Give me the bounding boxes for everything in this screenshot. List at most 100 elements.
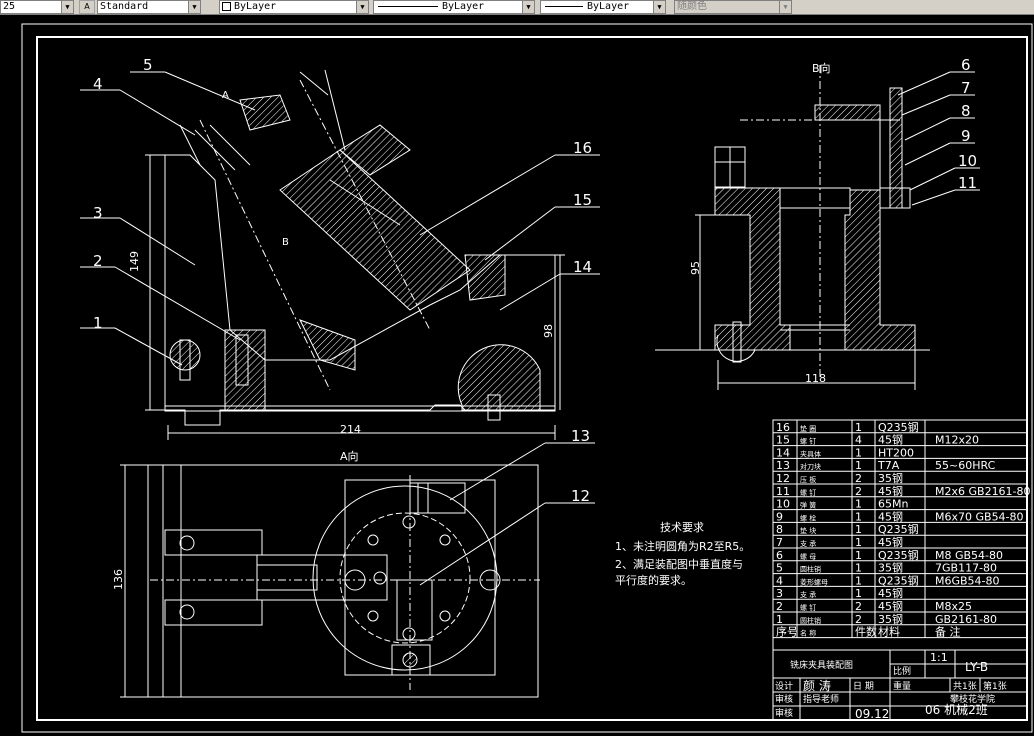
bom-cell-name: 对刀块 xyxy=(800,462,821,471)
view-callout-a: A xyxy=(222,90,229,101)
bom-cell-no: 2 xyxy=(776,600,783,613)
bom-cell-note: M12x20 xyxy=(935,434,979,447)
bom-cell-no: 11 xyxy=(776,485,790,498)
bom-cell-no: 12 xyxy=(776,472,790,485)
text-style-value: Standard xyxy=(100,1,149,12)
balloon-15: 15 xyxy=(573,191,592,209)
bom-cell-mat: T7A xyxy=(877,459,900,472)
bom-cell-name: 圆柱销 xyxy=(800,565,821,574)
bom-cell-no: 3 xyxy=(776,587,783,600)
balloon-numbers: 1 2 3 4 5 6 7 8 9 10 11 12 13 14 15 16 xyxy=(93,56,977,505)
balloon-10: 10 xyxy=(958,152,977,170)
bom-cell-no: 9 xyxy=(776,510,783,523)
bom-cell-name: 垫 圈 xyxy=(800,424,816,433)
bom-cell-mat: HT200 xyxy=(878,446,914,459)
bom-cell-name: 支 承 xyxy=(800,590,816,599)
balloon-12: 12 xyxy=(571,487,590,505)
bom-cell-note: M6GB54-80 xyxy=(935,574,1000,587)
bom-cell-qty: 件数 xyxy=(855,626,877,639)
balloon-13: 13 xyxy=(571,427,590,445)
balloon-14: 14 xyxy=(573,258,592,276)
plot-style-value: 随颜色 xyxy=(677,1,707,12)
dim-side-width: 118 xyxy=(805,372,826,385)
tech-requirements: 技术要求 1、未注明圆角为R2至R5。 2、满足装配图中垂直度与 平行度的要求。 xyxy=(615,521,750,587)
bom-cell-mat: Q235钢 xyxy=(878,549,919,562)
balloon-16: 16 xyxy=(573,139,592,157)
text-style-icon[interactable]: A xyxy=(79,0,95,14)
bom-cell-qty: 1 xyxy=(855,421,862,434)
scale-label: 比例 xyxy=(893,665,911,677)
bom-cell-no: 7 xyxy=(776,536,783,549)
chevron-down-icon[interactable]: ▼ xyxy=(61,1,73,13)
dim-left-height: 149 xyxy=(128,251,141,272)
bom-cell-qty: 4 xyxy=(855,434,862,447)
bom-cell-no: 6 xyxy=(776,549,783,562)
layer-value: ByLayer xyxy=(234,1,277,12)
front-view xyxy=(145,69,565,440)
plot-style-combo[interactable]: 随颜色 ▼ xyxy=(674,0,792,14)
bom-cell-qty: 1 xyxy=(855,574,862,587)
balloon-7: 7 xyxy=(961,79,971,97)
sheet-number: 第1张 xyxy=(983,680,1007,692)
drawing-canvas[interactable]: 149 98 214 A B B向 95 118 A向 136 1 2 3 4 … xyxy=(0,15,1034,736)
bom-cell-mat: 45钢 xyxy=(878,587,903,600)
bom-cell-qty: 1 xyxy=(855,459,862,472)
text-height-value: 25 xyxy=(3,1,16,12)
bom-cell-qty: 1 xyxy=(855,498,862,511)
bom-cell-qty: 1 xyxy=(855,587,862,600)
bom-cell-qty: 1 xyxy=(855,549,862,562)
bom-cell-name: 弹 簧 xyxy=(800,501,816,510)
chevron-down-icon[interactable]: ▼ xyxy=(522,1,534,13)
bom-cell-qty: 2 xyxy=(855,600,862,613)
bom-cell-name: 压 板 xyxy=(800,475,816,484)
bom-cell-no: 5 xyxy=(776,562,783,575)
scale-value: 1:1 xyxy=(930,651,948,664)
balloon-5: 5 xyxy=(143,56,153,74)
chevron-down-icon[interactable]: ▼ xyxy=(779,1,791,13)
tech-line-2: 2、满足装配图中垂直度与 xyxy=(615,557,743,571)
dim-right-height: 98 xyxy=(542,324,555,338)
chevron-down-icon[interactable]: ▼ xyxy=(188,1,200,13)
linetype-preview-icon xyxy=(378,5,438,7)
bom-cell-qty: 2 xyxy=(855,485,862,498)
weight-label: 重量 xyxy=(893,680,911,692)
bom-cell-note: 7GB117-80 xyxy=(935,562,997,575)
teacher-label: 指导老师 xyxy=(803,693,839,705)
bom-cell-mat: Q235钢 xyxy=(878,523,919,536)
bom-cell-no: 15 xyxy=(776,434,790,447)
text-height-combo[interactable]: 25 ▼ xyxy=(0,0,74,14)
bom-cell-no: 8 xyxy=(776,523,783,536)
dim-base-width: 214 xyxy=(340,423,361,436)
linetype-value: ByLayer xyxy=(442,1,485,12)
approve-label: 审核 xyxy=(775,707,793,719)
text-style-combo[interactable]: Standard ▼ xyxy=(97,0,201,14)
lineweight-combo[interactable]: ByLayer ▼ xyxy=(540,0,666,14)
view-b-label: B向 xyxy=(812,61,831,75)
bom-cell-name: 螺 钉 xyxy=(800,488,816,497)
tech-line-1: 1、未注明圆角为R2至R5。 xyxy=(615,539,750,553)
chevron-down-icon[interactable]: ▼ xyxy=(653,1,665,13)
bom-cell-mat: 65Mn xyxy=(878,498,908,511)
bom-cell-note: M6x70 GB54-80 xyxy=(935,510,1024,523)
linetype-combo[interactable]: ByLayer ▼ xyxy=(373,0,535,14)
bom-cell-no: 序号 xyxy=(776,625,798,639)
check-label: 审核 xyxy=(775,693,793,705)
bom-cell-mat: 35钢 xyxy=(878,613,903,626)
bom-cell-name: 圆柱销 xyxy=(800,616,821,625)
sheet-count: 共1张 xyxy=(953,681,977,692)
designer-label: 设计 xyxy=(775,680,793,692)
bom-cell-qty: 2 xyxy=(855,613,862,626)
dim-side-height: 95 xyxy=(689,261,702,275)
balloon-2: 2 xyxy=(93,252,103,270)
drawing-name: 铣床夹具装配图 xyxy=(790,659,853,671)
layer-combo[interactable]: ByLayer ▼ xyxy=(219,0,369,14)
bom-cell-name: 螺 栓 xyxy=(800,513,816,522)
chevron-down-icon[interactable]: ▼ xyxy=(356,1,368,13)
bom-cell-mat: 材料 xyxy=(878,625,900,639)
bom-cell-qty: 2 xyxy=(855,472,862,485)
bom-cell-name: 螺 母 xyxy=(800,552,816,561)
side-view-b xyxy=(655,65,930,390)
bom-cell-no: 14 xyxy=(776,446,790,459)
balloon-9: 9 xyxy=(961,127,971,145)
color-swatch-icon xyxy=(222,1,231,11)
